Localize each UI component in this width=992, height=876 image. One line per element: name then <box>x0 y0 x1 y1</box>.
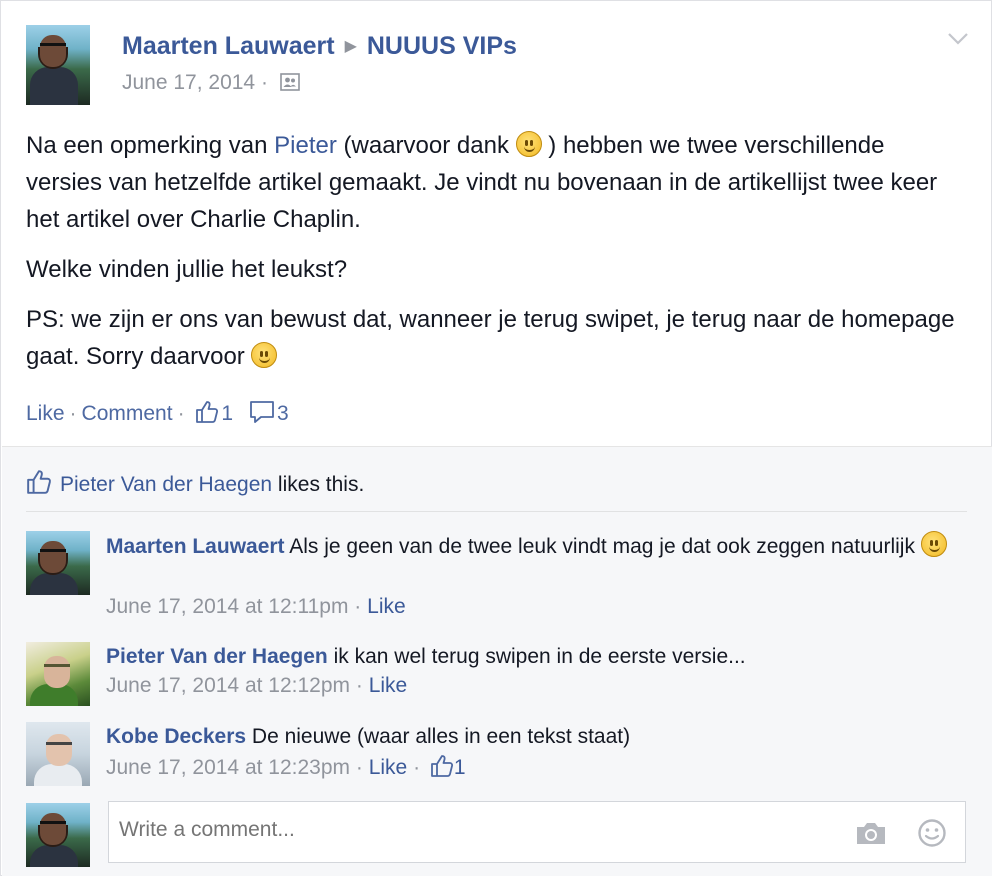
divider <box>26 511 967 512</box>
smile-emoji-icon <box>920 531 947 557</box>
comment-meta: June 17, 2014 at 12:12pm · Like <box>106 674 408 697</box>
comment-meta: June 17, 2014 at 12:11pm · Like <box>106 595 406 618</box>
comment-timestamp[interactable]: June 17, 2014 at 12:11pm <box>106 595 348 618</box>
action-separator: · <box>69 402 77 425</box>
smile-emoji-icon <box>515 131 542 157</box>
post-actions: Like · Comment · 1 3 <box>26 400 299 426</box>
comment-text: Maarten Lauwaert Als je geen van de twee… <box>106 531 966 562</box>
post-body: Na een opmerking van Pieter (waarvoor da… <box>26 127 966 388</box>
smile-emoji-icon <box>251 342 278 368</box>
post-date-link[interactable]: June 17, 2014 <box>122 71 255 94</box>
comment-composer <box>26 801 968 867</box>
likes-summary: Pieter Van der Haegen likes this. <box>26 469 364 497</box>
comment-text: Kobe Deckers De nieuwe (waar alles in ee… <box>106 725 631 748</box>
commenter-name-link[interactable]: Kobe Deckers <box>106 725 246 748</box>
post-paragraph-3: PS: we zijn er ons van bewust dat, wanne… <box>26 306 955 370</box>
meta-separator: · <box>260 71 268 94</box>
comment-item: Kobe Deckers De nieuwe (waar alles in ee… <box>26 722 966 792</box>
comment-timestamp[interactable]: June 17, 2014 at 12:12pm <box>106 674 350 697</box>
thumbs-up-icon <box>27 470 51 494</box>
post-paragraph-1: Na een opmerking van Pieter (waarvoor da… <box>26 131 938 233</box>
thumbs-up-icon[interactable] <box>430 754 454 778</box>
comment-item: Maarten Lauwaert Als je geen van de twee… <box>26 531 966 623</box>
commenter-avatar[interactable] <box>26 642 90 706</box>
comment-bubble-icon[interactable] <box>249 400 275 424</box>
action-separator: · <box>177 402 185 425</box>
comment-input[interactable] <box>119 818 819 842</box>
comment-meta: June 17, 2014 at 12:23pm · Like · 1 <box>106 754 466 779</box>
camera-icon[interactable] <box>855 820 887 846</box>
mention-link[interactable]: Pieter <box>274 132 337 159</box>
post-paragraph-2: Welke vinden jullie het leukst? <box>26 256 348 283</box>
comments-section: Pieter Van der Haegen likes this. Maarte… <box>2 446 992 876</box>
comment-like-link[interactable]: Like <box>369 674 408 697</box>
feed-post: Maarten Lauwaert ▶ NUUUS VIPs June 17, 201… <box>0 0 992 876</box>
arrow-right-icon: ▶ <box>344 38 357 55</box>
current-user-avatar <box>26 803 90 867</box>
author-name-link[interactable]: Maarten Lauwaert <box>122 32 335 60</box>
comment-box[interactable] <box>108 801 966 863</box>
comment-text: Pieter Van der Haegen ik kan wel terug s… <box>106 645 746 668</box>
emoji-icon[interactable] <box>917 818 947 848</box>
comment-like-link[interactable]: Like <box>369 756 408 779</box>
comment-link[interactable]: Comment <box>82 402 173 425</box>
commenter-name-link[interactable]: Pieter Van der Haegen <box>106 645 328 668</box>
chevron-down-icon[interactable] <box>947 31 969 47</box>
comment-item: Pieter Van der Haegen ik kan wel terug s… <box>26 642 966 712</box>
commenter-name-link[interactable]: Maarten Lauwaert <box>106 535 285 558</box>
author-avatar[interactable] <box>26 25 90 105</box>
like-link[interactable]: Like <box>26 402 65 425</box>
author-line: Maarten Lauwaert ▶ NUUUS VIPs <box>122 32 517 61</box>
liker-name-link[interactable]: Pieter Van der Haegen <box>60 473 272 496</box>
comment-count[interactable]: 3 <box>277 402 289 425</box>
likes-suffix: likes this. <box>272 473 365 496</box>
group-name-link[interactable]: NUUUS VIPs <box>367 32 517 60</box>
thumbs-up-icon[interactable] <box>195 400 219 424</box>
like-count[interactable]: 1 <box>221 402 233 425</box>
commenter-avatar[interactable] <box>26 531 90 595</box>
post-meta: June 17, 2014 · <box>122 71 300 95</box>
comment-like-link[interactable]: Like <box>367 595 406 618</box>
comment-timestamp[interactable]: June 17, 2014 at 12:23pm <box>106 756 350 779</box>
comment-like-count[interactable]: 1 <box>454 756 466 779</box>
commenter-avatar[interactable] <box>26 722 90 786</box>
post-header: Maarten Lauwaert ▶ NUUUS VIPs June 17, 201… <box>26 25 966 107</box>
members-icon[interactable] <box>280 73 300 91</box>
